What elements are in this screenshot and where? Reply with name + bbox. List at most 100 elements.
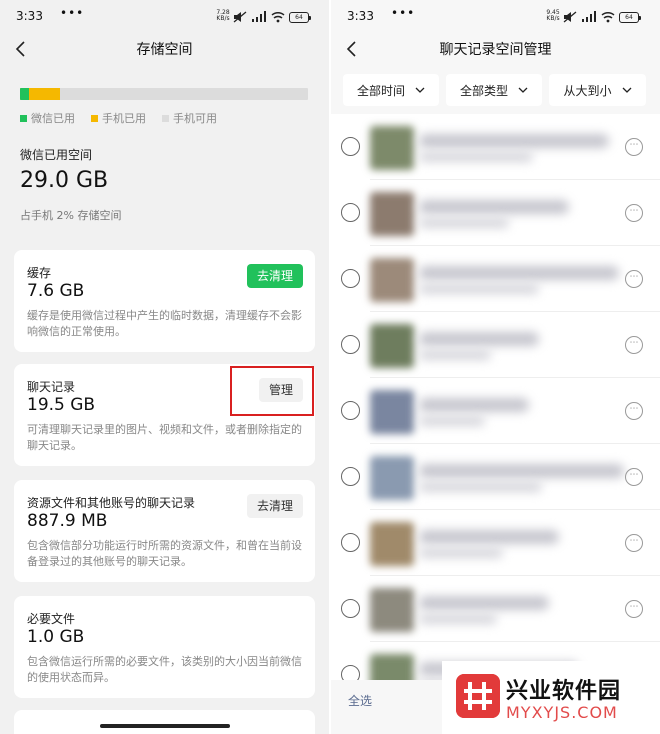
- chat-list: ⋯⋯⋯⋯⋯⋯⋯⋯⋯: [331, 114, 660, 680]
- next-card: [14, 710, 315, 734]
- nav-bar: 存储空间: [0, 34, 329, 64]
- chat-list-item[interactable]: ⋯: [331, 312, 660, 378]
- blurred-chat-name: [419, 266, 619, 280]
- legend-wechat-used: 微信已用: [20, 110, 75, 126]
- chat-list-item[interactable]: ⋯: [331, 576, 660, 642]
- select-radio[interactable]: [341, 137, 360, 156]
- card-size: 887.9 MB: [27, 511, 108, 531]
- blurred-chat-name: [419, 464, 624, 478]
- battery-icon: 64: [289, 11, 311, 23]
- avatar: [370, 456, 414, 500]
- network-speed: 7.28 KB/s: [216, 9, 230, 22]
- storage-legend: 微信已用 手机已用 手机可用: [20, 110, 217, 126]
- chat-list-item[interactable]: ⋯: [331, 444, 660, 510]
- blurred-chat-size: [419, 482, 542, 492]
- avatar: [370, 588, 414, 632]
- blurred-chat-name: [419, 134, 609, 148]
- wechat-used-segment: [20, 88, 29, 100]
- time-filter-dropdown[interactable]: 全部时间: [343, 74, 439, 106]
- blurred-chat-size: [419, 548, 503, 558]
- blurred-chat-size: [419, 218, 509, 228]
- legend-phone-free: 手机可用: [162, 110, 217, 126]
- blurred-chat-size: [419, 614, 497, 624]
- blurred-chat-name: [419, 200, 569, 214]
- status-bar: 3:33 ••• 7.28 KB/s 64: [0, 0, 329, 34]
- card-description: 缓存是使用微信过程中产生的临时数据，清理缓存不会影响微信的正常使用。: [27, 309, 302, 338]
- sort-dropdown[interactable]: 从大到小: [549, 74, 646, 106]
- mute-icon: [233, 11, 247, 23]
- more-options-icon[interactable]: ⋯: [625, 138, 643, 156]
- highlight-box: [230, 366, 314, 416]
- battery-icon: 64: [619, 11, 641, 23]
- blurred-chat-name: [419, 332, 539, 346]
- avatar: [370, 192, 414, 236]
- home-indicator[interactable]: [100, 724, 230, 728]
- blurred-chat-size: [419, 152, 533, 162]
- chat-list-item[interactable]: ⋯: [331, 510, 660, 576]
- chat-list-item[interactable]: ⋯: [331, 246, 660, 312]
- status-icons: 64: [563, 10, 641, 24]
- status-bar: 3:33 ••• 9.45 KB/s 64: [331, 0, 660, 34]
- select-radio[interactable]: [341, 401, 360, 420]
- storage-screen: 3:33 ••• 7.28 KB/s 64 存储空间 微信已用 手机已用 手机可…: [0, 0, 329, 734]
- status-icons: 64: [233, 10, 311, 24]
- type-filter-dropdown[interactable]: 全部类型: [446, 74, 542, 106]
- avatar: [370, 258, 414, 302]
- card-title: 缓存: [27, 266, 52, 280]
- select-all-button[interactable]: 全选: [348, 692, 372, 709]
- chevron-down-icon: [415, 87, 425, 93]
- wifi-icon: [271, 11, 285, 23]
- card-size: 19.5 GB: [27, 395, 96, 415]
- more-options-icon[interactable]: ⋯: [625, 534, 643, 552]
- card-size: 1.0 GB: [27, 627, 85, 647]
- signal-icon: [582, 11, 596, 22]
- chevron-down-icon: [518, 87, 528, 93]
- more-options-icon[interactable]: ⋯: [625, 468, 643, 486]
- blurred-chat-name: [419, 398, 529, 412]
- select-radio[interactable]: [341, 467, 360, 486]
- required-files-card: 必要文件 1.0 GB 包含微信运行所需的必要文件，该类别的大小因当前微信的使用…: [14, 596, 315, 698]
- chat-list-item[interactable]: ⋯: [331, 114, 660, 180]
- more-options-icon[interactable]: ⋯: [625, 600, 643, 618]
- chat-list-item[interactable]: ⋯: [331, 378, 660, 444]
- select-radio[interactable]: [341, 533, 360, 552]
- more-options-icon[interactable]: ⋯: [625, 204, 643, 222]
- legend-phone-used: 手机已用: [91, 110, 146, 126]
- status-time: 3:33: [16, 9, 43, 23]
- more-options-icon[interactable]: ⋯: [625, 336, 643, 354]
- clean-cache-button[interactable]: 去清理: [246, 264, 303, 288]
- storage-usage-bar: [20, 88, 308, 100]
- avatar: [370, 324, 414, 368]
- select-radio[interactable]: [341, 335, 360, 354]
- wechat-used-label: 微信已用空间: [20, 148, 93, 162]
- select-radio[interactable]: [341, 203, 360, 222]
- notification-dots: •••: [391, 6, 416, 20]
- blurred-chat-name: [419, 530, 559, 544]
- watermark-url: MYXYJS.COM: [506, 703, 618, 722]
- select-radio[interactable]: [341, 269, 360, 288]
- clean-resources-button[interactable]: 去清理: [246, 494, 303, 518]
- cache-card: 缓存 7.6 GB 缓存是使用微信过程中产生的临时数据，清理缓存不会影响微信的正…: [14, 250, 315, 352]
- page-title: 聊天记录空间管理: [439, 42, 552, 58]
- blurred-chat-name: [419, 596, 549, 610]
- chat-list-item[interactable]: ⋯: [331, 180, 660, 246]
- select-radio[interactable]: [341, 665, 360, 680]
- wechat-used-value: 29.0 GB: [20, 168, 109, 193]
- avatar: [370, 522, 414, 566]
- blurred-chat-size: [419, 284, 539, 294]
- more-options-icon[interactable]: ⋯: [625, 270, 643, 288]
- blurred-chat-size: [419, 350, 491, 360]
- signal-icon: [252, 11, 266, 22]
- card-title: 必要文件: [27, 612, 76, 626]
- avatar: [370, 390, 414, 434]
- watermark-name: 兴业软件园: [506, 679, 622, 704]
- network-speed: 9.45 KB/s: [546, 9, 560, 22]
- select-radio[interactable]: [341, 599, 360, 618]
- page-title: 存储空间: [136, 42, 193, 58]
- nav-bar: 聊天记录空间管理: [331, 34, 660, 64]
- card-size: 7.6 GB: [27, 281, 85, 301]
- watermark: 兴业软件园 MYXYJS.COM: [442, 661, 660, 734]
- mute-icon: [563, 11, 577, 23]
- chat-history-management-screen: 3:33 ••• 9.45 KB/s 64 聊天记录空间管理 全部时间 全部类型…: [331, 0, 660, 734]
- more-options-icon[interactable]: ⋯: [625, 402, 643, 420]
